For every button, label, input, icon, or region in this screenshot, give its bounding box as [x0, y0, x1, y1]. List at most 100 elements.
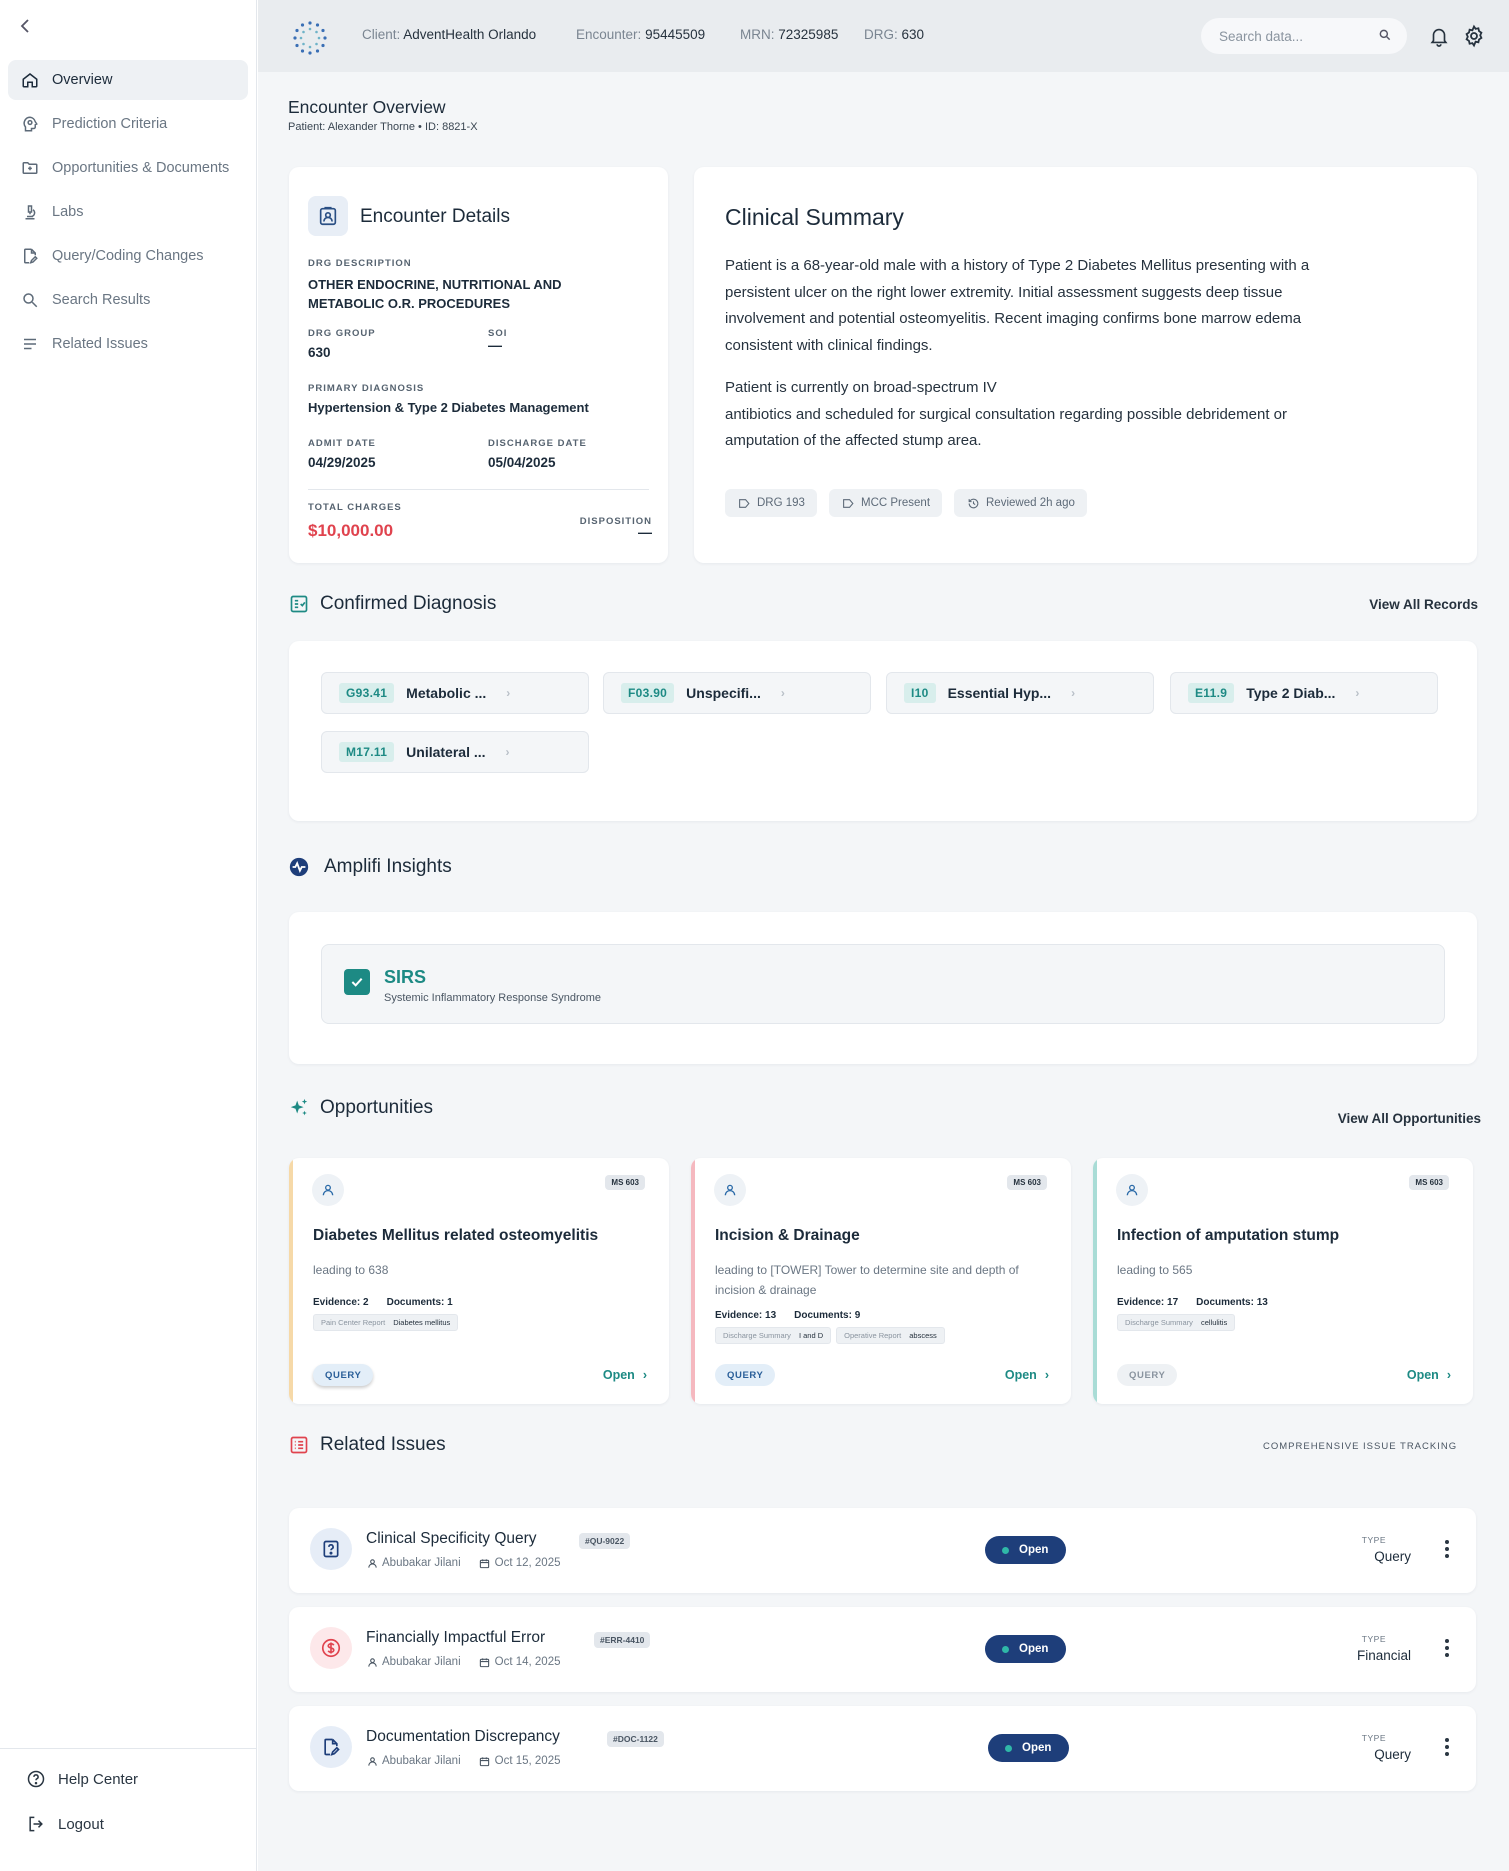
total-charges-value: $10,000.00: [308, 521, 394, 540]
evidence-tag[interactable]: Discharge Summary I and D: [715, 1327, 832, 1344]
evidence-tags: Discharge Summary I and D Operative Report…: [715, 1327, 950, 1344]
more-options-icon[interactable]: [1444, 1538, 1450, 1562]
user-icon: [714, 1174, 746, 1206]
drg-info: DRG: 630: [864, 27, 924, 42]
query-button[interactable]: QUERY: [1117, 1364, 1178, 1386]
id-badge-icon: [308, 196, 348, 236]
open-label: Open: [1004, 1368, 1037, 1382]
type-value: Financial: [1356, 1648, 1411, 1663]
tag-source: Discharge Summary: [723, 1331, 791, 1340]
type-label: TYPE: [1361, 1733, 1386, 1743]
issue-meta: Abubakar Jilani Oct 12, 2025: [366, 1557, 561, 1569]
opportunity-description: leading to 638: [313, 1263, 389, 1277]
search-icon[interactable]: [1377, 27, 1393, 43]
sidebar-item-overview[interactable]: Overview: [8, 60, 248, 100]
primary-diagnosis-value: Hypertension & Type 2 Diabetes Managemen…: [308, 400, 589, 415]
client-value: AdventHealth Orlando: [403, 27, 537, 42]
opportunity-card[interactable]: MS 603 Incision & Drainage leading to [T…: [691, 1158, 1071, 1404]
page-subtitle: Patient: Alexander Thorne • ID: 8821-X: [288, 121, 478, 133]
user-icon: [366, 1656, 378, 1668]
encounter-details-title: Encounter Details: [360, 206, 510, 227]
chevron-right-icon: ›: [505, 745, 510, 759]
open-label: Open: [1406, 1368, 1439, 1382]
help-center-label: Help Center: [58, 1770, 139, 1788]
tag-source: Operative Report: [844, 1331, 902, 1340]
checklist-icon: [288, 593, 310, 615]
drg-group-value: 630: [308, 345, 331, 360]
notification-bell-icon[interactable]: [1428, 24, 1452, 48]
sidebar-item-related-issues[interactable]: Related Issues: [8, 324, 248, 364]
chip-label: DRG 193: [757, 497, 805, 509]
issue-date: Oct 15, 2025: [494, 1755, 561, 1767]
insight-item-sirs[interactable]: SIRS Systemic Inflammatory Response Synd…: [321, 944, 1445, 1024]
sidebar-item-query-coding-changes[interactable]: Query/Coding Changes: [8, 236, 248, 276]
encounter-details-card: Encounter Details DRG DESCRIPTION OTHER …: [289, 167, 668, 563]
insight-subtitle: Systemic Inflammatory Response Syndrome: [384, 992, 602, 1004]
dx-code: I10: [904, 683, 936, 703]
issue-row[interactable]: Financially Impactful Error #ERR-4410 Ab…: [289, 1607, 1476, 1692]
more-options-icon[interactable]: [1444, 1736, 1450, 1760]
opportunities-heading: Opportunities: [288, 1097, 433, 1119]
diagnosis-chip[interactable]: M17.11 Unilateral ... ›: [321, 731, 589, 773]
view-all-opportunities-link[interactable]: View All Opportunities: [1338, 1111, 1481, 1126]
query-button[interactable]: QUERY: [313, 1364, 374, 1386]
query-button[interactable]: QUERY: [715, 1364, 776, 1386]
help-center-link[interactable]: Help Center: [26, 1763, 138, 1795]
issue-id-badge: #QU-9022: [579, 1533, 631, 1549]
diagnosis-chip[interactable]: E11.9 Type 2 Diab... ›: [1170, 672, 1438, 714]
sidebar-item-label: Search Results: [52, 292, 151, 308]
admit-date-label: ADMIT DATE: [308, 438, 376, 449]
chevron-right-icon: ›: [1355, 686, 1360, 700]
chevron-right-icon: ›: [780, 686, 785, 700]
logout-link[interactable]: Logout: [26, 1808, 104, 1840]
status-badge: Open: [985, 1635, 1066, 1663]
confirmed-diagnosis-card: G93.41 Metabolic ... › F03.90 Unspecifi... ›…: [289, 641, 1477, 821]
sidebar-item-label: Related Issues: [52, 336, 148, 352]
dx-label: Unspecifi...: [686, 685, 761, 701]
opportunity-title: Infection of amputation stump: [1117, 1227, 1340, 1244]
sidebar-item-opportunities-documents[interactable]: Opportunities & Documents: [8, 148, 248, 188]
mrn-label: MRN:: [740, 27, 775, 42]
search-input[interactable]: Search data...: [1201, 18, 1407, 54]
issue-row[interactable]: Documentation Discrepancy #DOC-1122 Abub…: [289, 1706, 1476, 1791]
sidebar-item-search-results[interactable]: Search Results: [8, 280, 248, 320]
evidence-tag[interactable]: Pain Center Report Diabetes mellitus: [313, 1314, 459, 1331]
drg-chip: DRG 193: [725, 489, 817, 517]
issue-row[interactable]: Clinical Specificity Query #QU-9022 Abub…: [289, 1508, 1476, 1593]
diagnosis-chip[interactable]: I10 Essential Hyp... ›: [886, 672, 1154, 714]
file-edit-icon: [310, 1726, 352, 1768]
sidebar-item-prediction-criteria[interactable]: Prediction Criteria: [8, 104, 248, 144]
chevron-left-icon: [20, 19, 29, 33]
opportunity-card[interactable]: MS 603 Infection of amputation stump lea…: [1093, 1158, 1473, 1404]
diagnosis-chip[interactable]: G93.41 Metabolic ... ›: [321, 672, 589, 714]
evidence-tag[interactable]: Operative Report abscess: [836, 1327, 945, 1344]
view-all-records-link[interactable]: View All Records: [1369, 597, 1478, 612]
help-circle-icon: [26, 1769, 46, 1789]
calendar-icon: [479, 1656, 491, 1668]
evidence-count: Evidence: 13: [715, 1310, 777, 1321]
more-options-icon[interactable]: [1444, 1637, 1450, 1661]
evidence-tag[interactable]: Discharge Summary cellulitis: [1117, 1314, 1236, 1331]
discharge-date-label: DISCHARGE DATE: [488, 438, 587, 449]
tag-source: Discharge Summary: [1125, 1318, 1193, 1327]
mrn-value: 72325985: [778, 27, 839, 42]
sidebar-item-labs[interactable]: Labs: [8, 192, 248, 232]
microscope-icon: [20, 202, 40, 222]
tag-value: Diabetes mellitus: [393, 1318, 451, 1327]
sparkles-icon: [288, 1097, 310, 1119]
section-title: Amplifi Insights: [324, 856, 452, 877]
diagnosis-chip[interactable]: F03.90 Unspecifi... ›: [603, 672, 871, 714]
folder-icon: [20, 158, 40, 178]
checkbox-checked-icon[interactable]: [344, 969, 370, 995]
sidebar-item-label: Labs: [52, 204, 84, 220]
chevron-right-icon: ›: [642, 1368, 647, 1382]
collapse-sidebar-button[interactable]: [14, 14, 38, 38]
open-opportunity-button[interactable]: Open ›: [603, 1368, 647, 1382]
open-opportunity-button[interactable]: Open ›: [1407, 1368, 1451, 1382]
opportunity-card[interactable]: MS 603 Diabetes Mellitus related osteomy…: [289, 1158, 669, 1404]
settings-gear-icon[interactable]: [1462, 24, 1486, 48]
open-opportunity-button[interactable]: Open ›: [1005, 1368, 1049, 1382]
section-title: Related Issues: [320, 1434, 446, 1455]
clinical-summary-paragraph-2: Patient is currently on broad-spectrum I…: [725, 375, 1345, 455]
insight-title: SIRS: [384, 967, 427, 987]
